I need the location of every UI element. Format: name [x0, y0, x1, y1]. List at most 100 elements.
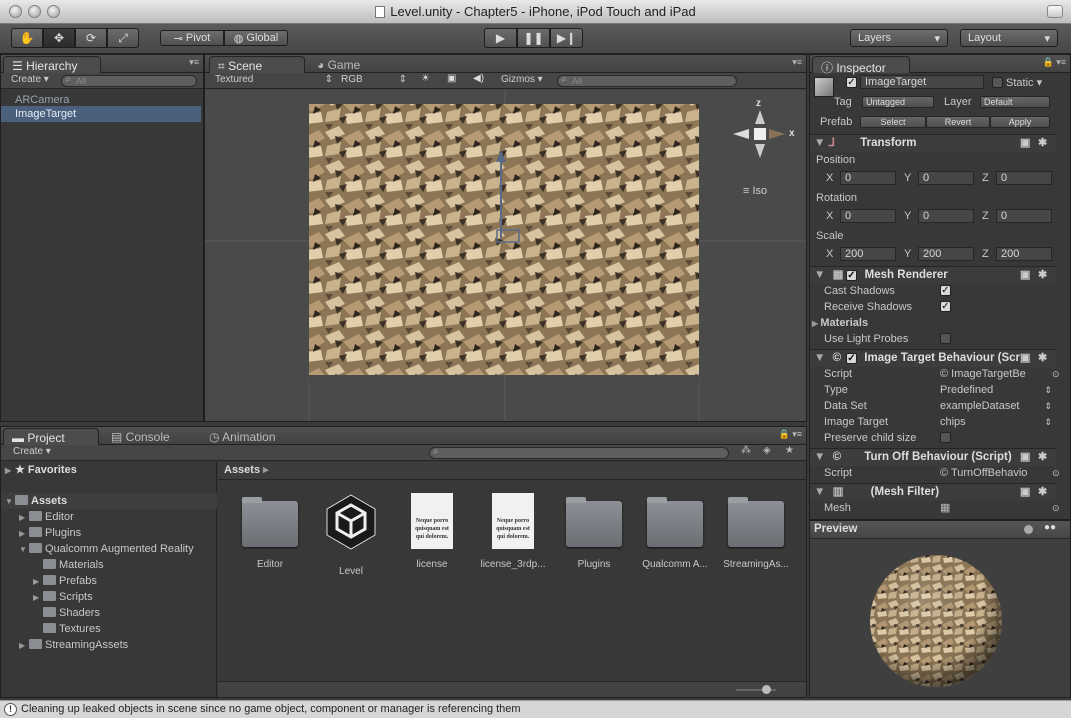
panel-menu-icon[interactable]: ▾≡ [792, 57, 802, 68]
light-probes-checkbox[interactable] [940, 333, 951, 344]
sun-icon[interactable]: ☀ [421, 73, 430, 84]
toolbar-toggle-icon[interactable] [1047, 5, 1063, 18]
move-tool-icon[interactable]: ✥ [43, 28, 75, 48]
mesh-filter-header[interactable]: ▼ ▥ (Mesh Filter) ▣ ✱ [810, 483, 1056, 501]
assets-tree-root[interactable]: ▼ Assets [1, 493, 217, 509]
orientation-gizmo[interactable]: z x [731, 98, 801, 178]
gear-icon[interactable]: ✱ [1038, 350, 1047, 367]
dataset-dropdown[interactable]: exampleDataset ⇕ [940, 399, 1052, 413]
rotate-tool-icon[interactable]: ⟳ [75, 28, 107, 48]
gear-icon[interactable]: ✱ [1038, 449, 1047, 466]
global-button[interactable]: ◍ Global [224, 30, 288, 46]
object-picker-icon[interactable]: ⊙ [1052, 367, 1060, 381]
tag-dropdown[interactable]: Untagged [862, 96, 934, 108]
status-bar[interactable]: ! Cleaning up leaked objects in scene si… [0, 700, 1071, 718]
mesh-grid-icon[interactable]: ▦ [940, 501, 950, 515]
iso-toggle[interactable]: ≡ Iso [743, 185, 767, 197]
color-mode-dropdown[interactable]: RGB ⇕ [341, 74, 407, 85]
gizmo-left-arrow[interactable] [733, 129, 749, 139]
static-dropdown[interactable]: Static ▾ [1006, 76, 1042, 90]
gizmo-down-arrow[interactable] [755, 144, 765, 158]
prefab-revert-button[interactable]: Revert [926, 116, 990, 128]
active-checkbox[interactable]: ✓ [846, 77, 857, 88]
gear-icon[interactable]: ✱ [1038, 267, 1047, 284]
scale-x-field[interactable]: 200 [840, 247, 896, 261]
object-picker-icon[interactable]: ⊙ [1052, 466, 1060, 480]
help-book-icon[interactable]: ▣ [1020, 350, 1031, 367]
tree-item[interactable]: Textures [43, 621, 101, 637]
asset-item[interactable]: StreamingAs... [720, 497, 792, 570]
image-target-plane[interactable] [309, 104, 699, 375]
gizmo-center-cube[interactable] [754, 128, 766, 140]
breadcrumb[interactable]: Assets ▸ [218, 462, 806, 480]
asset-item[interactable]: Plugins [558, 497, 630, 570]
asset-item[interactable]: Neque porro quisquam est qui dolorem. lic… [396, 493, 468, 570]
asset-item[interactable]: Editor [234, 497, 306, 570]
object-picker-icon[interactable]: ⊙ [1052, 501, 1060, 515]
panel-menu-icon[interactable]: ▾≡ [189, 57, 199, 68]
tree-item[interactable]: Shaders [43, 605, 100, 621]
pivot-button[interactable]: ⊸ Pivot [160, 30, 224, 46]
itb-script-field[interactable]: © ImageTargetBe [940, 367, 1050, 381]
scale-tool-icon[interactable]: ⤢ [107, 28, 139, 48]
scale-z-field[interactable]: 200 [996, 247, 1052, 261]
scale-y-field[interactable]: 200 [918, 247, 974, 261]
turn-off-behaviour-header[interactable]: ▼ © Turn Off Behaviour (Script) ▣ ✱ [810, 448, 1056, 466]
pause-icon[interactable]: ❚❚ [517, 28, 550, 48]
receive-shadows-checkbox[interactable]: ✓ [940, 301, 951, 312]
gizmo-up-arrow[interactable] [755, 110, 765, 124]
cast-shadows-checkbox[interactable]: ✓ [940, 285, 951, 296]
asset-item[interactable]: Neque porro quisquam est qui dolorem. lic… [477, 493, 549, 570]
asset-item[interactable]: Qualcomm A... [639, 497, 711, 570]
transform-header[interactable]: ▼ ⅃ Transform ▣ ✱ [810, 134, 1056, 152]
play-icon[interactable]: ▶ [484, 28, 517, 48]
project-search-input[interactable] [429, 446, 729, 459]
gear-icon[interactable]: ✱ [1038, 135, 1047, 152]
layer-dropdown[interactable]: Default [980, 96, 1050, 108]
image-icon[interactable]: ▣ [447, 73, 456, 84]
mesh-renderer-header[interactable]: ▼ ▦ ✓ Mesh Renderer ▣ ✱ [810, 266, 1056, 284]
gear-icon[interactable]: ✱ [1038, 484, 1047, 501]
hand-tool-icon[interactable]: ✋ [11, 28, 43, 48]
rotation-y-field[interactable]: 0 [918, 209, 974, 223]
tab-scene[interactable]: ⌗ Scene [209, 56, 305, 73]
position-x-field[interactable]: 0 [840, 171, 896, 185]
hierarchy-search-input[interactable]: All [61, 74, 197, 87]
tab-game[interactable]: ◕ Game [309, 56, 399, 73]
preview-header[interactable]: Preview ●● [810, 521, 1070, 539]
tree-item[interactable]: ▼ Qualcomm Augmented Reality [19, 541, 194, 557]
filter-label-icon[interactable]: ◈ [763, 445, 771, 456]
mesh-renderer-enabled-checkbox[interactable]: ✓ [846, 270, 857, 281]
preview-light-icon[interactable]: ●● [1044, 522, 1056, 533]
help-book-icon[interactable]: ▣ [1020, 135, 1030, 152]
gizmo-x-arrow[interactable] [769, 129, 785, 139]
hierarchy-item-selected[interactable]: ImageTarget [1, 106, 201, 122]
tree-item[interactable]: Materials [43, 557, 104, 573]
help-book-icon[interactable]: ▣ [1020, 267, 1030, 284]
static-checkbox[interactable] [992, 77, 1003, 88]
favorite-star-icon[interactable]: ★ [785, 445, 794, 456]
zoom-slider-thumb[interactable] [762, 685, 771, 694]
help-book-icon[interactable]: ▣ [1020, 484, 1030, 501]
tree-item[interactable]: ▶ Prefabs [33, 573, 97, 589]
prefab-apply-button[interactable]: Apply [990, 116, 1050, 128]
image-target-behaviour-header[interactable]: ▼ © ✓ Image Target Behaviour (Scr ▣ ✱ [810, 349, 1056, 367]
position-z-field[interactable]: 0 [996, 171, 1052, 185]
tree-item[interactable]: ▶ Scripts [33, 589, 93, 605]
asset-item[interactable]: Level [315, 491, 387, 577]
materials-foldout[interactable]: ▶ Materials [812, 316, 868, 331]
tree-item[interactable]: ▶ Editor [19, 509, 74, 525]
preserve-child-size-checkbox[interactable] [940, 432, 951, 443]
help-book-icon[interactable]: ▣ [1020, 449, 1030, 466]
create-dropdown[interactable]: Create ▾ [13, 446, 51, 457]
panel-menu-icon[interactable]: 🔒 ▾≡ [779, 429, 802, 440]
layers-dropdown[interactable]: Layers ▾ [850, 29, 948, 47]
scene-search-input[interactable]: All [557, 74, 737, 87]
tab-project[interactable]: ▬ Project [3, 428, 99, 445]
tab-animation[interactable]: ◷ Animation [201, 428, 311, 445]
object-name-field[interactable]: ImageTarget [860, 75, 984, 89]
preview-sphere-icon[interactable] [1024, 525, 1033, 534]
tree-item[interactable]: ▶ StreamingAssets [19, 637, 128, 653]
render-mode-dropdown[interactable]: Textured ⇕ [215, 74, 333, 85]
filter-type-icon[interactable]: ⁂ [741, 445, 751, 456]
